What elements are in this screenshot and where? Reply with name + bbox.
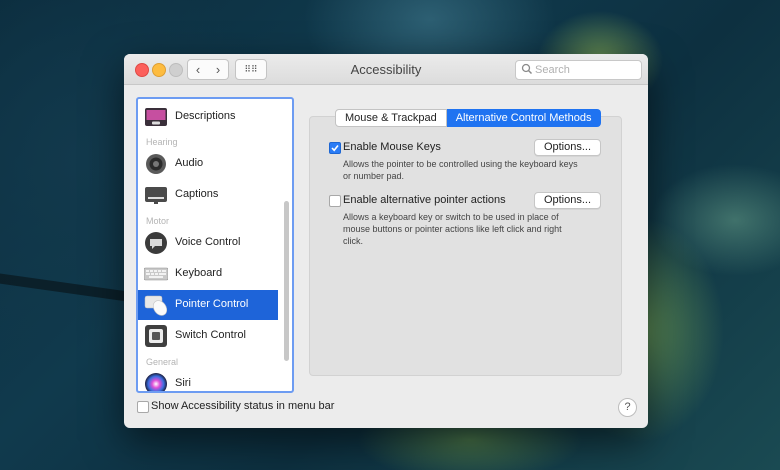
- alt-pointer-description: Allows a keyboard key or switch to be us…: [343, 212, 562, 246]
- tab-alternative-control-methods[interactable]: Alternative Control Methods: [446, 109, 602, 127]
- sidebar-item-label: Captions: [175, 188, 219, 200]
- enable-alt-pointer-checkbox[interactable]: [329, 195, 341, 207]
- show-status-menu-bar-checkbox[interactable]: [137, 401, 149, 413]
- show-status-menu-bar-label[interactable]: Show Accessibility status in menu bar: [151, 400, 334, 412]
- section-hearing: Hearing: [146, 137, 178, 147]
- enable-mouse-keys-label[interactable]: Enable Mouse Keys: [343, 141, 441, 153]
- sidebar-item-label: Keyboard: [175, 267, 223, 279]
- keyboard-icon: [144, 267, 168, 281]
- sidebar-item-label: Descriptions: [175, 110, 236, 122]
- speaker-icon: [146, 154, 166, 174]
- enable-mouse-keys-checkbox[interactable]: [329, 142, 341, 154]
- section-general: General: [146, 357, 179, 367]
- help-button[interactable]: ?: [618, 398, 637, 417]
- sidebar-item-pointer-control[interactable]: Pointer Control: [138, 290, 278, 320]
- voice-control-icon: [145, 232, 167, 254]
- sidebar-item-label: Switch Control: [175, 329, 246, 341]
- switch-control-icon: [145, 325, 167, 347]
- checkmark-icon: [331, 145, 339, 152]
- captions-icon: [145, 187, 167, 204]
- sidebar-item-label: Pointer Control: [175, 298, 249, 310]
- wallpaper-streak: [0, 272, 131, 302]
- alt-pointer-options-button[interactable]: Options...: [534, 192, 601, 209]
- title-bar[interactable]: ‹ › ⠿⠿ Accessibility Search: [124, 54, 648, 85]
- sidebar-item-label: Voice Control: [175, 236, 241, 248]
- sidebar-item-keyboard[interactable]: Keyboard: [138, 259, 278, 289]
- mouse-keys-description: Allows the pointer to be controlled usin…: [343, 159, 578, 181]
- sidebar-item-label: Siri: [175, 377, 191, 389]
- pointer-control-icon: [144, 295, 168, 316]
- sidebar-item-captions[interactable]: Captions: [138, 180, 278, 210]
- sidebar-item-switch-control[interactable]: Switch Control: [138, 321, 278, 351]
- tab-bar: Mouse & Trackpad Alternative Control Met…: [335, 109, 602, 127]
- siri-icon: [145, 373, 167, 391]
- sidebar-item-audio[interactable]: Audio: [138, 149, 278, 179]
- sidebar-scroll-thumb[interactable]: [284, 201, 289, 361]
- sidebar-item-label: Audio: [175, 157, 204, 169]
- search-icon: [521, 63, 533, 75]
- descriptions-icon: [145, 108, 167, 126]
- mouse-keys-options-button[interactable]: Options...: [534, 139, 601, 156]
- accessibility-window: ‹ › ⠿⠿ Accessibility Search Descriptions…: [124, 54, 648, 428]
- tab-mouse-trackpad[interactable]: Mouse & Trackpad: [335, 109, 447, 127]
- enable-alt-pointer-label[interactable]: Enable alternative pointer actions: [343, 194, 506, 206]
- sidebar-item-descriptions[interactable]: Descriptions: [138, 102, 278, 132]
- sidebar-item-siri[interactable]: Siri: [138, 369, 278, 391]
- search-input[interactable]: Search: [515, 60, 642, 80]
- sidebar-item-voice-control[interactable]: Voice Control: [138, 228, 278, 258]
- sidebar-scrollbar[interactable]: [283, 101, 290, 389]
- section-motor: Motor: [146, 216, 170, 226]
- search-placeholder: Search: [535, 64, 570, 76]
- sidebar-list[interactable]: Descriptions Hearing Audio Captions Moto…: [136, 97, 294, 393]
